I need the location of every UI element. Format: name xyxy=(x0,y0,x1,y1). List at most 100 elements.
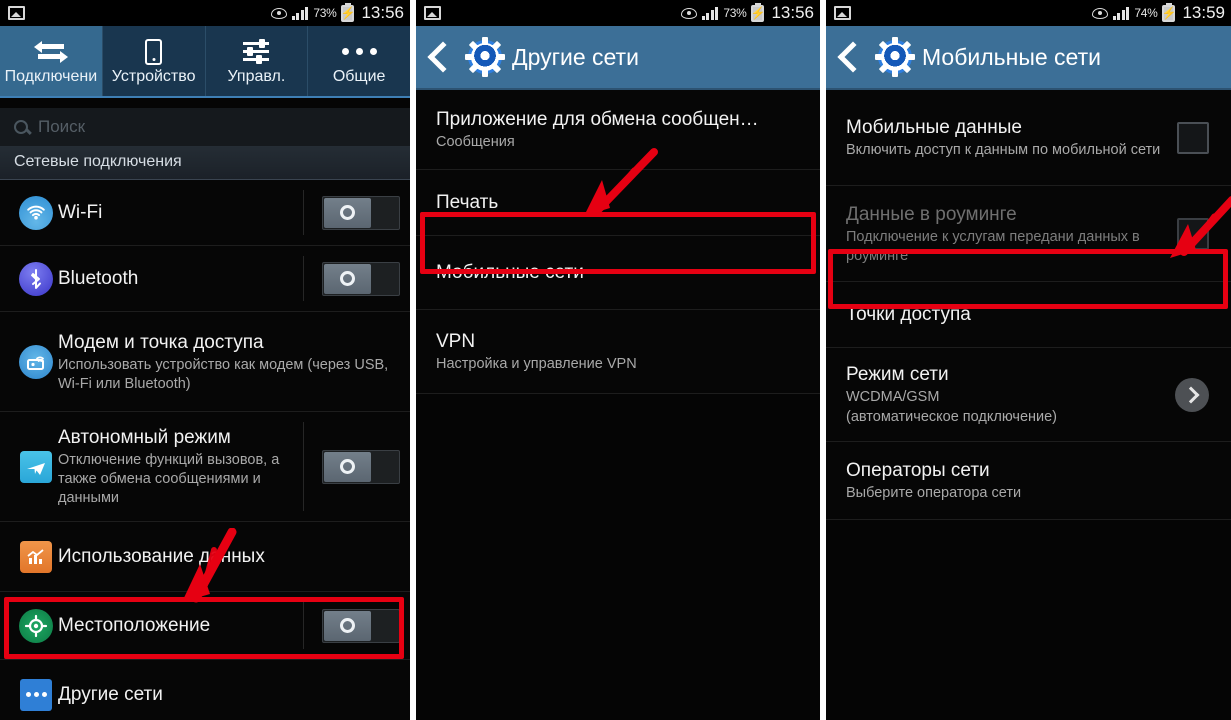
search-icon xyxy=(14,120,28,134)
list-item-network-mode[interactable]: Режим сети WCDMA/GSM (автоматическое под… xyxy=(826,348,1231,442)
list-item-vpn[interactable]: VPN Настройка и управление VPN xyxy=(416,310,820,394)
list-item-subtitle-line2: (автоматическое подключение) xyxy=(846,409,1058,425)
list-item-title: Точки доступа xyxy=(846,304,971,325)
list-item-data-usage[interactable]: Использование данных xyxy=(0,522,410,592)
list-item-title: Мобильные сети xyxy=(436,262,584,283)
screen-other-networks: 73% ⚡ 13:56 Другие сети Приложение для о… xyxy=(416,0,820,720)
photo-icon xyxy=(834,6,851,20)
signal-bars-icon xyxy=(291,6,309,20)
list-item-subtitle: Использовать устройство как модем (через… xyxy=(58,356,389,392)
wifi-icon xyxy=(14,195,58,230)
list-item-mobile-networks[interactable]: Мобильные сети xyxy=(416,236,820,310)
screen-connections-settings: 73% ⚡ 13:56 Поиск Сетевые подключения Wi… xyxy=(0,0,410,720)
status-bar-1: 73% ⚡ 13:56 xyxy=(0,0,410,26)
tab-general[interactable]: Общие xyxy=(308,26,410,96)
eye-icon xyxy=(1091,7,1108,19)
list-item-data-roaming[interactable]: Данные в роуминге Подключение к услугам … xyxy=(826,186,1231,282)
list-item-messaging-app[interactable]: Приложение для обмена сообщен… Сообщения xyxy=(416,90,820,170)
bluetooth-toggle[interactable] xyxy=(322,261,400,296)
list-item-title: Автономный режим xyxy=(58,427,231,448)
list-item-title: Данные в роуминге xyxy=(846,203,1017,225)
list-item-title: VPN xyxy=(436,331,476,352)
divider xyxy=(303,422,304,511)
signal-bars-icon xyxy=(701,6,719,20)
page-title: Мобильные сети xyxy=(922,43,1101,70)
divider xyxy=(303,602,304,649)
other-networks-list: Приложение для обмена сообщен… Сообщения… xyxy=(416,90,820,394)
battery-charging-icon: ⚡ xyxy=(750,4,766,22)
location-toggle[interactable] xyxy=(322,608,400,643)
settings-gear-icon xyxy=(875,37,915,77)
tab-controls[interactable]: Управл. xyxy=(206,26,309,96)
section-header-network: Сетевые подключения xyxy=(0,146,410,180)
back-chevron-icon[interactable] xyxy=(427,41,459,73)
battery-percent-label: 74% xyxy=(1134,6,1158,20)
list-item-title: Другие сети xyxy=(58,684,163,705)
three-dots-icon xyxy=(341,37,377,67)
battery-charging-icon: ⚡ xyxy=(340,4,356,22)
tab-label: Подключени xyxy=(4,67,98,85)
divider xyxy=(303,256,304,301)
divider xyxy=(303,190,304,235)
tab-connections[interactable]: Подключени xyxy=(0,26,103,96)
list-item-network-operators[interactable]: Операторы сети Выберите оператора сети xyxy=(826,442,1231,520)
list-item-subtitle: Отключение функций вызовов, а также обме… xyxy=(58,452,280,506)
tab-label: Управл. xyxy=(227,67,286,85)
clock-label: 13:56 xyxy=(771,3,814,22)
list-item-mobile-data[interactable]: Мобильные данные Включить доступ к данны… xyxy=(826,90,1231,186)
list-item-subtitle: Подключение к услугам передани данных в … xyxy=(846,228,1140,264)
list-item-title: Печать xyxy=(436,192,499,213)
mobile-data-checkbox[interactable] xyxy=(1177,121,1209,154)
list-item-wifi[interactable]: Wi-Fi xyxy=(0,180,410,246)
sliders-icon xyxy=(243,37,270,67)
list-item-subtitle: Настройка и управление VPN xyxy=(436,356,637,372)
app-bar-2: Другие сети xyxy=(416,26,820,90)
battery-percent-label: 73% xyxy=(313,6,337,20)
screen-mobile-networks: 74% ⚡ 13:59 Мобильные сети Мобильные дан… xyxy=(826,0,1231,720)
wifi-toggle[interactable] xyxy=(322,195,400,230)
other-networks-icon xyxy=(14,678,58,711)
list-item-title: Местоположение xyxy=(58,615,211,636)
list-item-title: Мобильные данные xyxy=(846,117,1022,138)
three-screenshot-comparison: 73% ⚡ 13:56 Поиск Сетевые подключения Wi… xyxy=(0,0,1231,720)
tethering-icon xyxy=(14,344,58,379)
settings-gear-icon xyxy=(465,37,505,77)
tab-label: Общие xyxy=(332,67,386,85)
tab-label: Устройство xyxy=(111,67,196,85)
airplane-icon xyxy=(14,450,58,483)
sync-arrows-icon xyxy=(33,37,68,67)
photo-icon xyxy=(424,6,441,20)
status-bar-3: 74% ⚡ 13:59 xyxy=(826,0,1231,26)
tab-device[interactable]: Устройство xyxy=(103,26,206,96)
list-item-title: Использование данных xyxy=(58,546,265,567)
airplane-mode-toggle[interactable] xyxy=(322,449,400,484)
list-item-title: Модем и точка доступа xyxy=(58,331,264,353)
list-item-subtitle-line1: WCDMA/GSM xyxy=(846,389,940,405)
list-item-access-points[interactable]: Точки доступа xyxy=(826,282,1231,348)
list-item-print[interactable]: Печать xyxy=(416,170,820,236)
data-roaming-checkbox[interactable] xyxy=(1177,217,1209,250)
list-item-title: Bluetooth xyxy=(58,268,139,289)
photo-icon xyxy=(8,6,25,20)
list-item-other-networks[interactable]: Другие сети xyxy=(0,660,410,720)
list-item-title: Режим сети xyxy=(846,364,949,385)
eye-icon xyxy=(680,7,697,19)
eye-icon xyxy=(270,7,287,19)
data-usage-icon xyxy=(14,540,58,573)
list-item-airplane-mode[interactable]: Автономный режим Отключение функций вызо… xyxy=(0,412,410,522)
phone-icon xyxy=(145,37,163,67)
connections-list: Сетевые подключения Wi-Fi Bluetooth Моде… xyxy=(0,146,410,720)
list-item-subtitle: Выберите оператора сети xyxy=(846,485,1022,501)
list-item-bluetooth[interactable]: Bluetooth xyxy=(0,246,410,312)
chevron-right-icon[interactable] xyxy=(1175,377,1209,412)
list-item-subtitle: Сообщения xyxy=(436,134,515,150)
list-item-location[interactable]: Местоположение xyxy=(0,592,410,660)
app-bar-3: Мобильные сети xyxy=(826,26,1231,90)
search-input[interactable]: Поиск xyxy=(0,108,410,146)
clock-label: 13:59 xyxy=(1182,3,1225,22)
battery-charging-icon: ⚡ xyxy=(1161,4,1177,22)
back-chevron-icon[interactable] xyxy=(837,41,869,73)
list-item-tethering[interactable]: Модем и точка доступа Использовать устро… xyxy=(0,312,410,412)
signal-bars-icon xyxy=(1112,6,1130,20)
settings-scroll-area-1: Поиск Сетевые подключения Wi-Fi Bluetoot… xyxy=(0,26,410,720)
